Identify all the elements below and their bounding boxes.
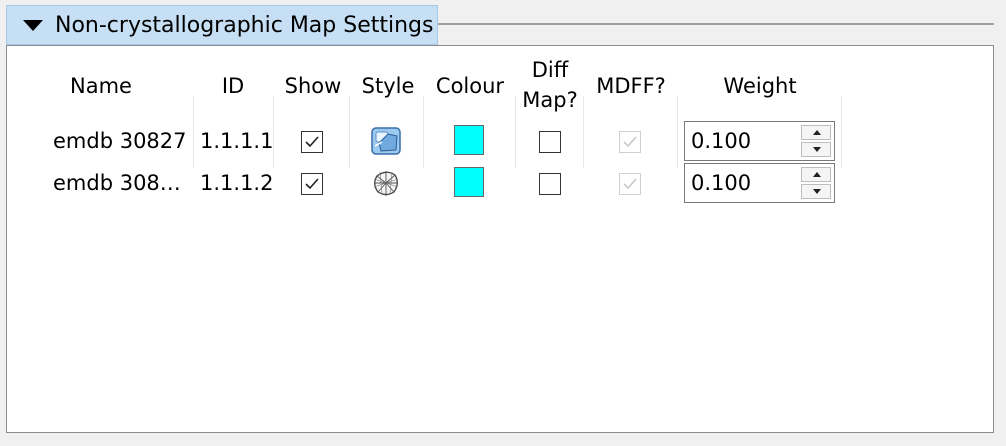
chevron-up-icon xyxy=(813,130,821,135)
colour-swatch[interactable] xyxy=(454,125,484,155)
column-header-weight[interactable]: Weight xyxy=(681,71,839,101)
column-separator xyxy=(841,96,842,168)
show-checkbox[interactable] xyxy=(301,131,323,153)
column-separator xyxy=(677,96,678,168)
column-separator xyxy=(349,96,350,168)
weight-value[interactable]: 0.100 xyxy=(691,168,751,198)
increment-button[interactable] xyxy=(801,167,831,182)
column-header-show[interactable]: Show xyxy=(277,71,349,101)
column-header-diff-line2: Map? xyxy=(522,88,578,112)
weight-spinbox[interactable]: 0.100 xyxy=(684,163,835,203)
chevron-down-icon xyxy=(813,189,821,194)
divider xyxy=(438,23,994,25)
chevron-down-icon xyxy=(813,147,821,152)
triangle-down-icon[interactable] xyxy=(23,19,43,31)
section-header[interactable]: Non-crystallographic Map Settings xyxy=(6,5,438,45)
mesh-icon[interactable] xyxy=(369,166,403,200)
mdff-checkbox xyxy=(619,131,641,153)
column-header-diff-map[interactable]: Diff Map? xyxy=(519,55,581,115)
diff-map-checkbox[interactable] xyxy=(539,173,561,195)
column-header-mdff[interactable]: MDFF? xyxy=(587,71,675,101)
row-name: emdb 308… xyxy=(53,171,181,195)
weight-value[interactable]: 0.100 xyxy=(691,126,751,156)
column-header-id[interactable]: ID xyxy=(203,71,263,101)
mdff-checkbox xyxy=(619,173,641,195)
column-separator xyxy=(583,96,584,168)
colour-swatch[interactable] xyxy=(454,167,484,197)
chevron-up-icon xyxy=(813,172,821,177)
column-separator xyxy=(423,96,424,168)
column-header-name[interactable]: Name xyxy=(51,71,151,101)
show-checkbox[interactable] xyxy=(301,173,323,195)
row-name: emdb 30827 xyxy=(53,129,187,153)
column-header-style[interactable]: Style xyxy=(355,71,421,101)
column-header-colour[interactable]: Colour xyxy=(427,71,513,101)
column-separator xyxy=(515,96,516,168)
settings-panel: Name ID Show Style Colour Diff Map? MDFF… xyxy=(6,45,994,433)
row-id: 1.1.1.2 xyxy=(200,171,274,195)
decrement-button[interactable] xyxy=(801,142,831,157)
decrement-button[interactable] xyxy=(801,184,831,199)
weight-spinbox[interactable]: 0.100 xyxy=(684,121,835,161)
row-id: 1.1.1.1 xyxy=(200,129,274,153)
increment-button[interactable] xyxy=(801,125,831,140)
section-title: Non-crystallographic Map Settings xyxy=(55,12,434,38)
solid-surface-icon[interactable] xyxy=(369,124,403,158)
column-separator xyxy=(193,96,194,168)
diff-map-checkbox[interactable] xyxy=(539,131,561,153)
column-header-diff-line1: Diff xyxy=(531,58,569,82)
